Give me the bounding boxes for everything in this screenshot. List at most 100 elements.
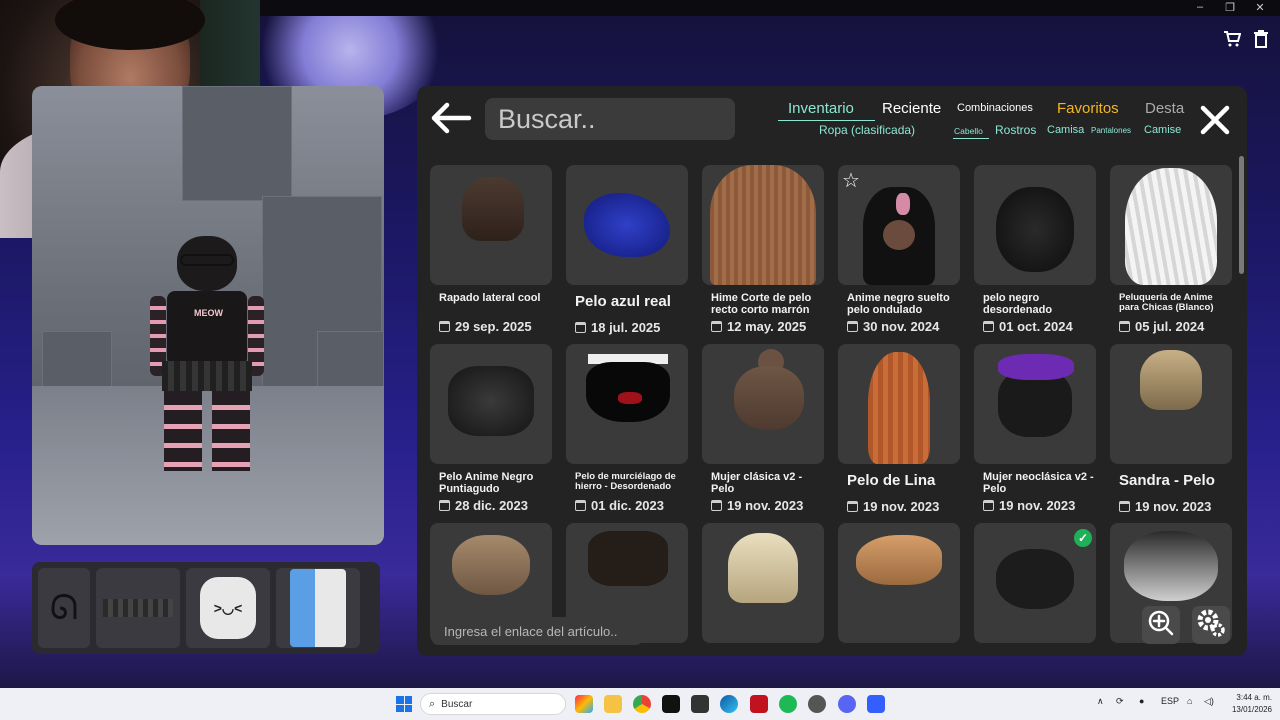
edge-icon[interactable] [720,695,738,713]
app-icon[interactable] [750,695,768,713]
tab-favoritos[interactable]: Favoritos [1057,100,1119,117]
item-thumbnail[interactable] [566,344,688,464]
item-name: Mujer neoclásica v2 - Pelo [983,472,1094,495]
item-card[interactable]: Pelo de murciélago de hierro - Desordena… [566,344,688,513]
tray-chevron-icon[interactable]: ∧ [1097,696,1104,707]
item-thumbnail[interactable] [702,344,824,464]
favorite-star-icon[interactable]: ☆ [842,168,860,193]
item-thumbnail[interactable]: ✓ [974,523,1096,643]
close-window-button[interactable]: ✕ [1245,1,1275,14]
item-thumbnail[interactable] [702,523,824,643]
windows-start-icon[interactable] [396,696,412,712]
item-thumbnail[interactable] [702,165,824,285]
item-card[interactable]: Rapado lateral cool 29 sep. 2025 [430,165,552,334]
calendar-icon [575,500,586,511]
equipped-items-strip: ᘏ >◡< [32,562,380,654]
item-thumbnail[interactable] [430,165,552,285]
equipped-item[interactable]: >◡< [186,568,270,648]
tray-sync-icon[interactable]: ⟳ [1116,696,1124,707]
equipped-item[interactable] [276,568,360,648]
avatar-preview[interactable]: MEOW [32,86,384,545]
zoom-button[interactable] [1142,606,1180,644]
item-thumbnail[interactable] [838,523,960,643]
item-card[interactable]: Mujer neoclásica v2 - Pelo 19 nov. 2023 [974,344,1096,513]
tab-inventario[interactable]: Inventario [788,100,854,117]
item-date: 19 nov. 2023 [974,498,1096,513]
item-date-text: 30 nov. 2024 [863,319,940,334]
calendar-icon [575,322,586,333]
item-card[interactable]: Pelo de Lina 19 nov. 2023 [838,344,960,514]
item-thumbnail[interactable] [566,165,688,285]
clock-time[interactable]: 3:44 a. m. [1232,693,1272,702]
item-card[interactable] [702,523,824,643]
item-card[interactable]: Pelo Anime Negro Puntiagudo 28 dic. 2023 [430,344,552,513]
subtab-cabello[interactable]: Cabello [954,126,983,136]
equipped-check-icon: ✓ [1074,529,1092,547]
tiktok-icon[interactable] [662,695,680,713]
obs-icon[interactable] [808,695,826,713]
item-card[interactable]: ✓ [974,523,1096,643]
bow-hair-icon: ᘏ [49,588,79,627]
trash-icon[interactable] [1250,28,1272,50]
subtab-pantalones[interactable]: Pantalones [1091,126,1131,135]
equipped-item[interactable]: ᘏ [38,568,90,648]
minimize-button[interactable]: – [1185,1,1215,13]
item-thumbnail[interactable] [974,165,1096,285]
item-name: pelo negro desordenado [983,293,1053,316]
subtab-camisetas[interactable]: Camise [1144,124,1186,136]
item-thumbnail[interactable] [838,344,960,464]
tab-reciente[interactable]: Reciente [882,100,941,117]
language-indicator[interactable]: ESP [1161,696,1179,706]
item-card[interactable]: Peluquería de Anime para Chicas (Blanco)… [1110,165,1232,334]
item-card[interactable]: Hime Corte de pelo recto corto marrón 12 … [702,165,824,334]
discord-icon[interactable] [838,695,856,713]
item-card[interactable]: pelo negro desordenado 01 oct. 2024 [974,165,1096,334]
file-explorer-icon[interactable] [604,695,622,713]
restore-button[interactable]: ❐ [1215,1,1245,14]
settings-button[interactable] [1192,606,1230,644]
calendar-icon [1119,321,1130,332]
close-icon[interactable] [1197,102,1233,138]
item-date-text: 19 nov. 2023 [999,498,1076,513]
subtab-rostros[interactable]: Rostros [995,123,1036,137]
item-card[interactable]: Mujer clásica v2 - Pelo 19 nov. 2023 [702,344,824,513]
clock-date[interactable]: 13/01/2026 [1226,705,1272,714]
item-thumbnail[interactable] [430,344,552,464]
chrome-icon[interactable] [633,695,651,713]
roblox-icon[interactable] [867,695,885,713]
equipped-item[interactable] [96,568,180,648]
capcut-icon[interactable] [691,695,709,713]
taskbar-search[interactable]: ⌕ Buscar [420,693,566,715]
item-date-text: 01 dic. 2023 [591,498,664,513]
tab-active-underline [778,120,875,121]
category-ropa[interactable]: Ropa (clasificada) [819,123,915,137]
calendar-icon [439,321,450,332]
item-date-text: 01 oct. 2024 [999,319,1073,334]
item-date: 01 dic. 2023 [566,498,688,513]
calendar-icon [439,500,450,511]
item-card[interactable]: Sandra - Pelo 19 nov. 2023 [1110,344,1232,514]
copilot-icon[interactable] [575,695,593,713]
item-card[interactable]: Pelo azul real 18 jul. 2025 [566,165,688,335]
search-input[interactable] [485,98,735,140]
item-card[interactable]: ☆ Anime negro suelto pelo ondulado 30 nov.… [838,165,960,334]
item-link-input[interactable] [432,617,642,645]
tab-combinaciones[interactable]: Combinaciones [957,102,1033,114]
item-name: Pelo de murciélago de hierro - Desordena… [575,472,676,492]
tray-mic-icon[interactable]: ● [1139,696,1144,706]
subtab-camisa[interactable]: Camisa [1047,124,1084,136]
cart-icon[interactable] [1221,28,1243,50]
volume-icon[interactable]: ◁) [1204,696,1214,707]
item-thumbnail[interactable] [1110,165,1232,285]
scrollbar[interactable] [1239,156,1244,274]
item-thumbnail[interactable]: ☆ [838,165,960,285]
tab-destacados[interactable]: Desta [1145,100,1187,117]
back-arrow-icon[interactable] [429,100,473,136]
spotify-icon[interactable] [779,695,797,713]
item-thumbnail[interactable] [974,344,1096,464]
item-date: 01 oct. 2024 [974,319,1096,334]
item-card[interactable] [838,523,960,643]
arm-icon [290,569,346,647]
item-thumbnail[interactable] [1110,344,1232,464]
network-icon[interactable]: ⌂ [1187,696,1192,706]
